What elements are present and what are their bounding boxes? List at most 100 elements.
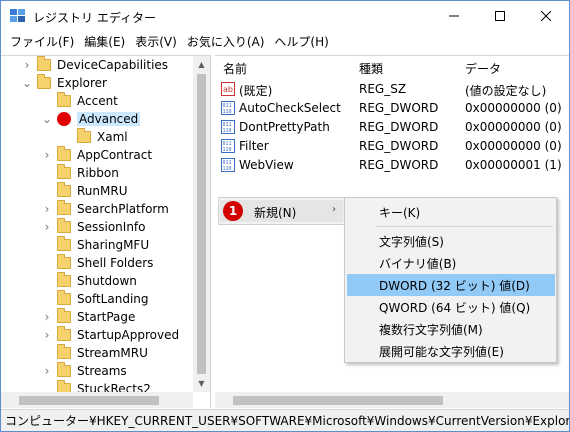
- close-button[interactable]: [523, 1, 569, 31]
- value-row-default[interactable]: ab (既定) REG_SZ (値の設定なし): [215, 80, 569, 99]
- column-header-type[interactable]: 種類: [359, 60, 383, 77]
- binary-value-icon: 011 110: [221, 120, 235, 134]
- folder-icon: [57, 146, 71, 161]
- menu-file[interactable]: ファイル(F): [5, 32, 79, 52]
- tree-item-ribbon[interactable]: Ribbon: [41, 164, 119, 182]
- folder-icon: [77, 128, 91, 143]
- expand-chevron-icon[interactable]: ›: [41, 218, 53, 236]
- expand-chevron-icon[interactable]: ›: [41, 326, 53, 344]
- submenu-item-key[interactable]: キー(K): [347, 201, 555, 223]
- tree-item-label: RunMRU: [77, 184, 128, 198]
- menu-help[interactable]: ヘルプ(H): [269, 32, 333, 52]
- tree-item-shell-folders[interactable]: Shell Folders: [41, 254, 153, 272]
- tree-item-label: SoftLanding: [77, 292, 149, 306]
- tree-item-label: AppContract: [77, 148, 153, 162]
- submenu-item-expandable-string-value[interactable]: 展開可能な文字列値(E): [347, 340, 555, 362]
- expand-chevron-icon[interactable]: ›: [41, 146, 53, 164]
- folder-icon: [57, 164, 71, 179]
- tree-item-xaml[interactable]: Xaml: [61, 128, 128, 146]
- tree-item-accent[interactable]: Accent: [41, 92, 118, 110]
- tree-item-softlanding[interactable]: SoftLanding: [41, 290, 149, 308]
- svg-text:110: 110: [223, 166, 232, 172]
- value-data: 0x00000000 (0): [465, 120, 562, 134]
- submenu-item-qword-value[interactable]: QWORD (64 ビット) 値(Q): [347, 296, 555, 318]
- value-name: AutoCheckSelect: [239, 101, 341, 115]
- tree-item-devicecapabilities[interactable]: › DeviceCapabilities: [21, 56, 168, 74]
- submenu-item-binary-value[interactable]: バイナリ値(B): [347, 252, 555, 274]
- scroll-down-arrow-icon[interactable]: ▼: [197, 379, 206, 388]
- folder-icon: [37, 74, 51, 89]
- value-type: REG_SZ: [359, 82, 407, 96]
- submenu-separator: [375, 226, 553, 227]
- column-header-data[interactable]: データ: [465, 60, 501, 77]
- expand-chevron-icon[interactable]: ›: [41, 362, 53, 380]
- tree-item-advanced[interactable]: ⌄ Advanced: [41, 110, 141, 128]
- binary-value-icon: 011 110: [221, 139, 235, 153]
- folder-icon: [57, 236, 71, 251]
- submenu-item-string-value[interactable]: 文字列値(S): [347, 230, 555, 252]
- list-header: 名前 種類 データ: [215, 56, 569, 78]
- expand-chevron-icon[interactable]: ›: [21, 56, 33, 74]
- value-row-filter[interactable]: 011 110 Filter REG_DWORD 0x00000000 (0): [215, 137, 569, 156]
- context-menu-new-label: 新規(N): [254, 206, 297, 220]
- tree-item-appcontract[interactable]: › AppContract: [41, 146, 152, 164]
- svg-text:110: 110: [223, 147, 232, 153]
- tree-item-searchplatform[interactable]: › SearchPlatform: [41, 200, 169, 218]
- tree-item-label: StartPage: [77, 310, 136, 324]
- context-menu-new[interactable]: 1 新規(N) ›: [220, 200, 343, 222]
- value-data: 0x00000001 (1): [465, 158, 562, 172]
- tree-item-streammru[interactable]: StreamMRU: [41, 344, 148, 362]
- registry-editor-window: レジストリ エディター ファイル(F) 編集(E) 表示(V) お気に入り(A)…: [0, 0, 570, 432]
- tree-horizontal-scrollbar[interactable]: [1, 392, 193, 408]
- folder-icon: [37, 56, 51, 71]
- tree-item-sharingmfu[interactable]: SharingMFU: [41, 236, 149, 254]
- expand-chevron-icon[interactable]: ›: [41, 308, 53, 326]
- scroll-up-arrow-icon[interactable]: ▲: [197, 60, 206, 69]
- tree-item-streams[interactable]: › Streams: [41, 362, 127, 380]
- column-header-name[interactable]: 名前: [223, 60, 247, 77]
- tree-item-label: StartupApproved: [77, 328, 180, 342]
- tree-item-label: SearchPlatform: [77, 202, 169, 216]
- tree-item-startpage[interactable]: › StartPage: [41, 308, 135, 326]
- value-row-autocheckselect[interactable]: 011 110 AutoCheckSelect REG_DWORD 0x0000…: [215, 99, 569, 118]
- value-data: 0x00000000 (0): [465, 101, 562, 115]
- tree-item-startupapproved[interactable]: › StartupApproved: [41, 326, 179, 344]
- submenu-item-multi-string-value[interactable]: 複数行文字列値(M): [347, 318, 555, 340]
- menu-favorites[interactable]: お気に入り(A): [182, 32, 270, 52]
- close-icon: [541, 11, 551, 21]
- menu-edit[interactable]: 編集(E): [79, 32, 130, 52]
- folder-icon: [57, 290, 71, 305]
- value-name: DontPrettyPath: [239, 120, 330, 134]
- value-name: WebView: [239, 158, 294, 172]
- status-bar: コンピューター¥HKEY_CURRENT_USER¥SOFTWARE¥Micro…: [1, 409, 569, 431]
- tree-item-sessioninfo[interactable]: › SessionInfo: [41, 218, 146, 236]
- list-horizontal-scroll-thumb[interactable]: [233, 396, 443, 405]
- folder-icon: [57, 92, 71, 107]
- tree-item-shutdown[interactable]: Shutdown: [41, 272, 137, 290]
- svg-text:110: 110: [223, 128, 232, 134]
- list-horizontal-scrollbar[interactable]: [215, 392, 569, 408]
- tree-item-explorer[interactable]: ⌄ Explorer: [21, 74, 107, 92]
- submenu-item-dword-value[interactable]: DWORD (32 ビット) 値(D): [347, 274, 555, 296]
- tree-item-runmru[interactable]: RunMRU: [41, 182, 127, 200]
- tree-vertical-scroll-thumb[interactable]: [197, 74, 206, 374]
- value-row-dontprettypath[interactable]: 011 110 DontPrettyPath REG_DWORD 0x00000…: [215, 118, 569, 137]
- folder-icon: [57, 362, 71, 377]
- minimize-button[interactable]: [431, 1, 477, 31]
- collapse-chevron-icon[interactable]: ⌄: [21, 74, 33, 92]
- maximize-icon: [495, 11, 505, 21]
- folder-icon: [57, 218, 71, 233]
- tree-horizontal-scroll-thumb[interactable]: [19, 396, 159, 405]
- maximize-button[interactable]: [477, 1, 523, 31]
- menu-view[interactable]: 表示(V): [130, 32, 182, 52]
- value-row-webview[interactable]: 011 110 WebView REG_DWORD 0x00000001 (1): [215, 156, 569, 175]
- expand-chevron-icon[interactable]: ›: [41, 200, 53, 218]
- value-type: REG_DWORD: [359, 139, 439, 153]
- tree-vertical-scrollbar[interactable]: ▲ ▼: [193, 56, 210, 392]
- collapse-chevron-icon[interactable]: ⌄: [41, 110, 53, 128]
- svg-text:ab: ab: [223, 85, 233, 94]
